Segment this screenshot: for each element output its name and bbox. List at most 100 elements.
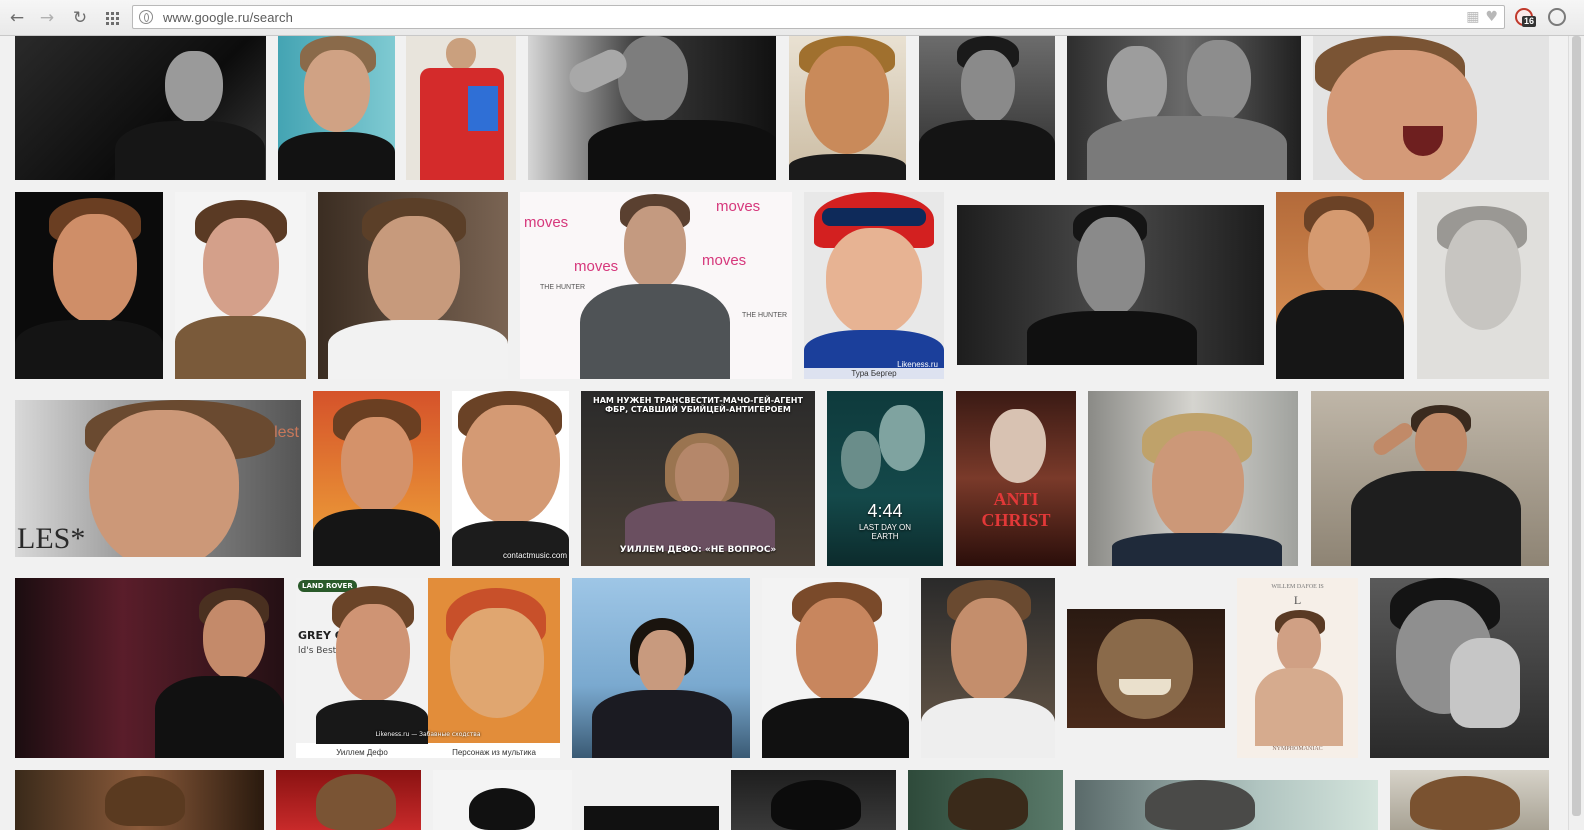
hunter-text: THE HUNTER: [742, 312, 788, 319]
portrait-face: [336, 604, 410, 702]
portrait-body: [313, 509, 440, 566]
forward-arrow-icon[interactable]: →: [36, 7, 58, 29]
back-arrow-icon[interactable]: ←: [6, 7, 28, 29]
image-result[interactable]: [1067, 609, 1225, 728]
image-result[interactable]: [1313, 36, 1549, 180]
image-result[interactable]: [175, 192, 306, 379]
extension-badge-count: 16: [1522, 16, 1537, 27]
nymph-credit: WILLEM DAFOE IS: [1271, 584, 1324, 590]
heart-icon[interactable]: ♥: [1485, 9, 1498, 25]
address-bar-actions: ▦ ♥: [1466, 9, 1498, 25]
image-result[interactable]: moves moves moves moves THE HUNTER THE H…: [520, 192, 792, 379]
portrait-face: [165, 51, 223, 123]
image-result[interactable]: [762, 578, 909, 758]
moves-logo-text: moves: [524, 214, 569, 231]
apps-small-icon[interactable]: ▦: [1466, 9, 1479, 25]
meme-bottom-text: УИЛЛЕМ ДЕФО: «НЕ ВОПРОС»: [619, 545, 777, 555]
portrait-face: [618, 36, 688, 122]
image-result[interactable]: [731, 770, 896, 830]
reload-icon[interactable]: ↻: [69, 7, 91, 29]
image-result[interactable]: [318, 192, 508, 379]
lookalike-left-caption: Уиллем Дефо: [296, 747, 428, 758]
image-result[interactable]: [1088, 391, 1298, 566]
raised-hand: [1450, 638, 1520, 728]
menu-icon[interactable]: [1548, 8, 1566, 26]
portrait-face: [826, 228, 922, 336]
portrait-face: [1415, 413, 1467, 477]
image-result[interactable]: [15, 36, 266, 180]
image-result[interactable]: [278, 36, 395, 180]
image-result[interactable]: [1075, 780, 1378, 830]
apps-grid-icon[interactable]: [101, 7, 123, 29]
image-result[interactable]: [1311, 391, 1549, 566]
image-result[interactable]: [15, 770, 264, 830]
image-result[interactable]: [1390, 770, 1549, 830]
ski-goggles: [822, 208, 926, 226]
sketch-face: [1445, 220, 1521, 330]
portrait-face: [841, 431, 881, 489]
portrait-face: [203, 218, 279, 318]
portrait-body: [762, 698, 909, 758]
portrait-face: [1077, 217, 1145, 317]
portrait-body: [15, 320, 163, 379]
portrait-face: [446, 38, 476, 70]
image-result[interactable]: [919, 36, 1055, 180]
portrait-hair: [771, 780, 861, 830]
image-result[interactable]: Likeness.ru Тура Бергер: [804, 192, 944, 379]
address-bar[interactable]: www.google.ru/search ▦ ♥: [132, 5, 1505, 29]
portrait-body: [921, 698, 1055, 758]
portrait-face: [1107, 46, 1167, 126]
image-result[interactable]: [528, 36, 776, 180]
image-result[interactable]: [1417, 192, 1549, 379]
image-result[interactable]: [572, 578, 750, 758]
antichrist-title: ANTI CHRIST: [981, 489, 1051, 530]
address-bar-url[interactable]: www.google.ru/search: [163, 10, 293, 25]
image-result[interactable]: [908, 770, 1063, 830]
portrait-face: [53, 214, 137, 324]
portrait-body: [328, 320, 508, 379]
lookalike-site-label: Likeness.ru — Забавные сходства: [375, 731, 481, 738]
image-result[interactable]: [433, 770, 572, 830]
portrait-hair: [105, 776, 185, 826]
portrait-face: [1308, 210, 1370, 294]
image-result[interactable]: [1276, 192, 1404, 379]
embrace-bodies: [1087, 116, 1287, 180]
image-result[interactable]: LAND ROVER GREY G ld's Best T Уиллем Деф…: [296, 578, 560, 758]
scrollbar-thumb[interactable]: [1572, 36, 1581, 816]
nymph-title: NYMPHOMANIAC: [1272, 746, 1323, 752]
image-result[interactable]: ANTI CHRIST: [956, 391, 1076, 566]
image-result[interactable]: [584, 806, 719, 830]
image-result[interactable]: LES* lest: [15, 400, 301, 557]
image-result[interactable]: contactmusic.com: [452, 391, 569, 566]
image-result[interactable]: [313, 391, 440, 566]
lookalike-right-caption: Персонаж из мультика: [428, 747, 560, 758]
apps-grid-glyph: [105, 11, 119, 25]
portrait-hair: [1410, 776, 1520, 830]
image-result[interactable]: [406, 36, 516, 180]
image-result[interactable]: НАМ НУЖЕН ТРАНСВЕСТИТ-МАЧО-ГЕЙ-АГЕНТ ФБР…: [581, 391, 815, 566]
image-result[interactable]: [1067, 36, 1301, 180]
skier-caption: Тура Бергер: [804, 368, 944, 379]
portrait-face: [341, 417, 413, 513]
extension-button[interactable]: 16: [1515, 7, 1537, 29]
moves-logo-text: moves: [574, 258, 619, 275]
portrait-body: [175, 316, 306, 379]
poster-subtitle: LAST DAY ON EARTH: [858, 523, 912, 542]
portrait-body: [1351, 471, 1521, 566]
spider-costume-blue-panel: [468, 86, 498, 131]
portrait-face: [638, 630, 686, 696]
page-scrollbar[interactable]: [1568, 36, 1584, 830]
portrait-face: [462, 405, 560, 525]
image-result[interactable]: WILLEM DAFOE IS L NYMPHOMANIAC: [1237, 578, 1358, 758]
image-result[interactable]: [276, 770, 421, 830]
image-result[interactable]: [789, 36, 906, 180]
nymph-letter: L: [1293, 593, 1302, 607]
image-result[interactable]: [15, 192, 163, 379]
image-result[interactable]: [921, 578, 1055, 758]
globe-icon[interactable]: [139, 10, 153, 24]
image-result[interactable]: 4:44 LAST DAY ON EARTH: [827, 391, 943, 566]
image-result[interactable]: [1370, 578, 1549, 758]
portrait-face: [304, 50, 370, 132]
image-result[interactable]: [15, 578, 284, 758]
image-result[interactable]: [957, 205, 1264, 365]
